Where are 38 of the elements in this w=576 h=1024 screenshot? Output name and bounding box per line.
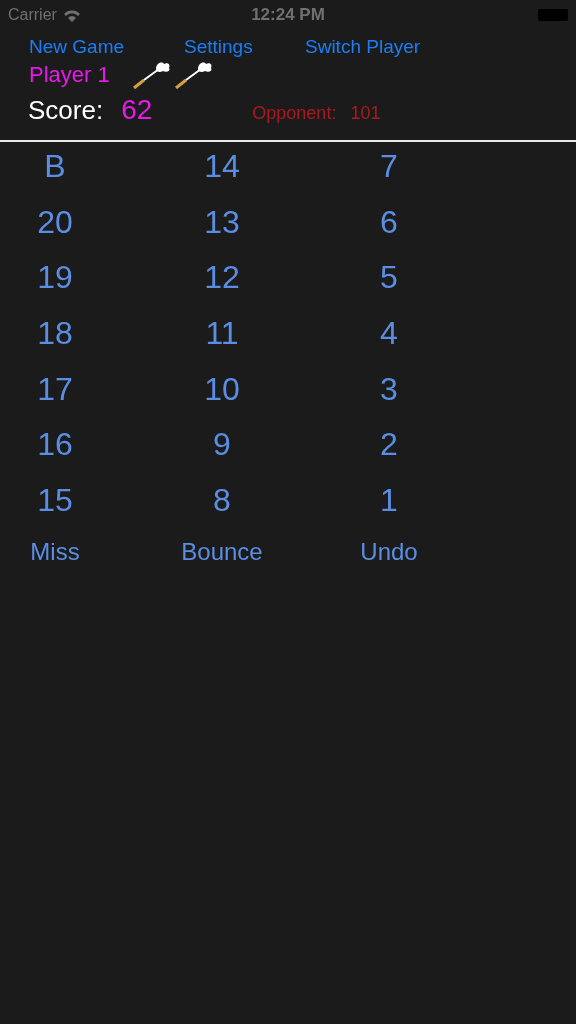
target-button[interactable]: 11	[205, 315, 239, 353]
opponent-label: Opponent:	[252, 103, 337, 124]
target-button[interactable]: 20	[37, 203, 73, 241]
target-button[interactable]: 1	[380, 481, 398, 519]
target-button[interactable]: 10	[204, 370, 240, 408]
score-value: 62	[121, 94, 153, 126]
action-button[interactable]: Miss	[30, 538, 80, 567]
clock: 12:24 PM	[251, 5, 325, 25]
target-button[interactable]: 7	[380, 148, 398, 186]
nav-link[interactable]: New Game	[29, 36, 125, 57]
target-button[interactable]: 5	[380, 259, 398, 297]
target-button[interactable]: 13	[204, 203, 240, 241]
target-button[interactable]: 6	[380, 203, 398, 241]
dart-icon	[173, 60, 214, 90]
dart-icon	[131, 60, 172, 90]
target-button[interactable]: 4	[380, 315, 398, 353]
target-button[interactable]: 18	[37, 315, 73, 353]
nav-link[interactable]: Settings	[184, 36, 253, 57]
target-button[interactable]: 9	[213, 426, 231, 464]
target-button[interactable]: 12	[204, 259, 240, 297]
nav-link[interactable]: Switch Player	[305, 36, 421, 57]
target-button[interactable]: 14	[204, 148, 240, 186]
target-button[interactable]: 19	[37, 259, 73, 297]
score-label: Score:	[28, 95, 104, 126]
wifi-icon	[62, 8, 81, 22]
action-button[interactable]: Bounce	[181, 538, 263, 567]
target-button[interactable]: 17	[37, 370, 73, 408]
target-button[interactable]: 3	[380, 370, 398, 408]
target-button[interactable]: 8	[213, 481, 231, 519]
carrier-label: Carrier	[8, 6, 57, 24]
target-button[interactable]: 15	[37, 481, 73, 519]
action-button[interactable]: Undo	[360, 538, 418, 567]
target-button[interactable]: 2	[380, 426, 398, 464]
opponent-score: 101	[350, 103, 381, 124]
battery-icon	[538, 9, 568, 21]
target-button[interactable]: 16	[37, 426, 73, 464]
player-name: Player 1	[29, 62, 110, 88]
target-button[interactable]: B	[44, 148, 66, 186]
